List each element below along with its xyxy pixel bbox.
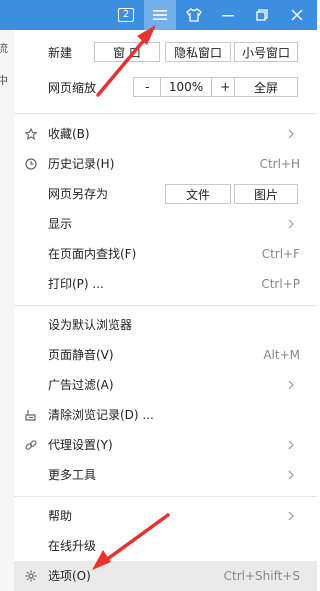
zoom-label: 网页缩放 (48, 81, 97, 95)
zoom-out-button[interactable]: - (134, 78, 162, 96)
new-private-window-button[interactable]: 隐私窗口 (165, 42, 231, 62)
hamburger-icon (153, 10, 167, 20)
menu-item-print[interactable]: 打印(P) ... Ctrl+P (14, 269, 317, 299)
menu-item-label: 在线升级 (48, 539, 97, 553)
shortcut-text: Ctrl+H (259, 157, 300, 171)
main-menu: 新建 窗 口 隐私窗口 小号窗口 网页缩放 - 100% + 全屏 收藏(B) … (14, 30, 317, 591)
star-icon (24, 127, 38, 141)
menu-item-label: 显示 (48, 217, 73, 231)
close-button[interactable] (281, 0, 313, 30)
menu-item-label: 设为默认浏览器 (48, 318, 133, 332)
chevron-right-icon (288, 470, 294, 480)
tab-count-button[interactable]: 2 (110, 0, 142, 30)
fullscreen-button[interactable]: 全屏 (234, 77, 298, 97)
menu-item-mute[interactable]: 页面静音(V) Alt+M (14, 340, 317, 370)
chevron-right-icon (288, 129, 294, 139)
menu-item-label: 广告过滤(A) (48, 378, 114, 392)
menu-item-label: 历史记录(H) (48, 157, 115, 171)
skin-button[interactable] (178, 0, 210, 30)
page-content-strip: 流 中 (0, 30, 15, 591)
separator (14, 113, 317, 114)
menu-item-find[interactable]: 在页面内查找(F) Ctrl+F (14, 239, 317, 269)
chevron-right-icon (288, 440, 294, 450)
save-as-image-button[interactable]: 图片 (234, 184, 298, 204)
shortcut-text: Ctrl+F (261, 247, 300, 261)
new-small-window-button[interactable]: 小号窗口 (234, 42, 298, 62)
new-row: 新建 窗 口 隐私窗口 小号窗口 (14, 38, 317, 68)
new-label: 新建 (48, 46, 73, 60)
separator (14, 305, 317, 306)
new-window-button[interactable]: 窗 口 (94, 42, 160, 62)
menu-item-label: 选项(O) (48, 569, 91, 583)
shortcut-text: Alt+M (263, 348, 300, 362)
menu-item-label: 更多工具 (48, 468, 97, 482)
shortcut-text: Ctrl+Shift+S (223, 569, 300, 583)
menu-item-default-browser[interactable]: 设为默认浏览器 (14, 310, 317, 340)
menu-item-ad-filter[interactable]: 广告过滤(A) (14, 370, 317, 400)
restore-icon (256, 9, 268, 21)
menu-item-proxy[interactable]: 代理设置(Y) (14, 430, 317, 460)
strip-text: 中 (0, 72, 8, 88)
menu-item-clear-history[interactable]: 清除浏览记录(D) ... (14, 400, 317, 430)
strip-text: 流 (0, 40, 8, 56)
menu-item-label: 帮助 (48, 509, 73, 523)
minimize-button[interactable] (212, 0, 244, 30)
menu-item-upgrade[interactable]: 在线升级 (14, 531, 317, 561)
menu-item-label: 打印(P) ... (48, 277, 104, 291)
menu-item-save-page: 网页另存为 文件 图片 (14, 179, 317, 209)
zoom-value: 100% (161, 78, 212, 96)
menu-button[interactable] (144, 0, 176, 30)
link-icon (24, 438, 38, 452)
menu-item-options[interactable]: 选项(O) Ctrl+Shift+S (14, 561, 317, 591)
menu-item-favorites[interactable]: 收藏(B) (14, 119, 317, 149)
zoom-control: - 100% + (133, 77, 240, 97)
separator (14, 496, 317, 497)
menu-item-display[interactable]: 显示 (14, 209, 317, 239)
shirt-icon (186, 8, 202, 22)
menu-item-label: 收藏(B) (48, 127, 90, 141)
chevron-right-icon (288, 380, 294, 390)
eraser-icon (24, 408, 38, 422)
save-as-file-button[interactable]: 文件 (165, 184, 231, 204)
chevron-right-icon (288, 511, 294, 521)
menu-item-label: 清除浏览记录(D) ... (48, 408, 154, 422)
menu-item-label: 页面静音(V) (48, 348, 114, 362)
title-bar: 2 (0, 0, 317, 30)
restore-button[interactable] (246, 0, 278, 30)
gear-icon (24, 569, 38, 583)
minimize-icon (222, 15, 234, 17)
chevron-right-icon (288, 219, 294, 229)
menu-item-label: 网页另存为 (48, 187, 109, 201)
clock-icon (24, 157, 38, 171)
menu-item-label: 在页面内查找(F) (48, 247, 137, 261)
close-icon (291, 9, 303, 21)
menu-item-help[interactable]: 帮助 (14, 501, 317, 531)
tab-count-badge: 2 (118, 8, 134, 22)
menu-item-more-tools[interactable]: 更多工具 (14, 460, 317, 490)
menu-item-history[interactable]: 历史记录(H) Ctrl+H (14, 149, 317, 179)
shortcut-text: Ctrl+P (261, 277, 300, 291)
menu-item-label: 代理设置(Y) (48, 438, 113, 452)
